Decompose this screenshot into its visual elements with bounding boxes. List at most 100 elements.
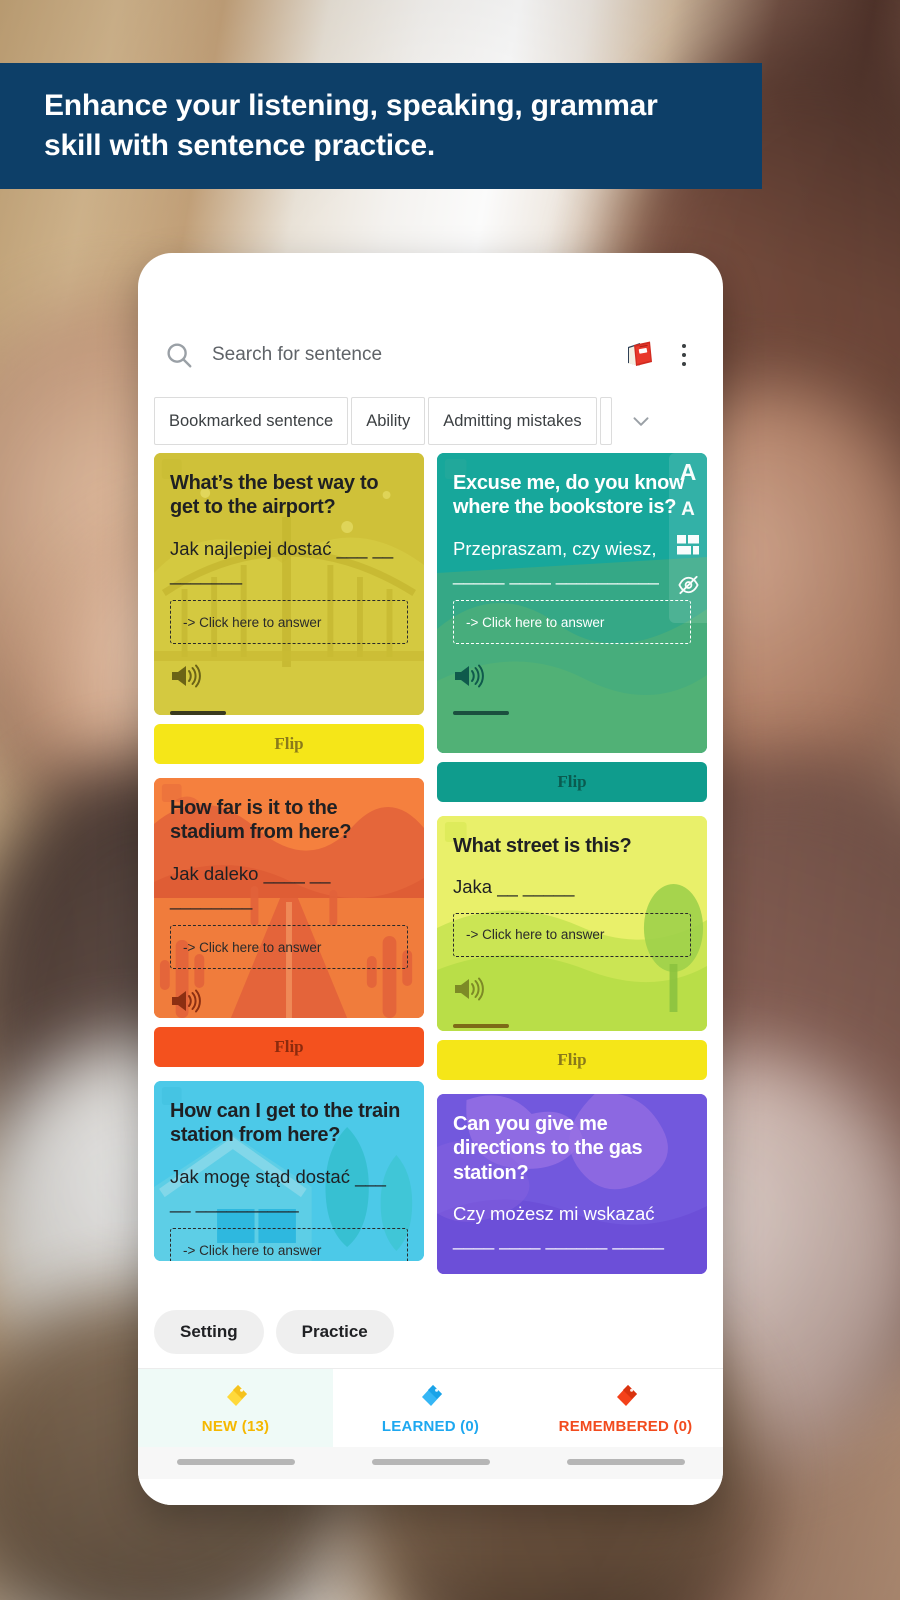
- card-answer-input[interactable]: -> Click here to answer: [453, 912, 691, 957]
- tab-remembered[interactable]: REMEMBERED (0): [528, 1369, 723, 1447]
- layout-grid-icon[interactable]: [677, 535, 699, 559]
- card-answer-hint: -> Click here to answer: [183, 614, 322, 630]
- phone-bottom-pad: [138, 1479, 723, 1505]
- tag-red-icon: [616, 1385, 637, 1406]
- speaker-icon[interactable]: [453, 975, 485, 1003]
- text-size-small-icon[interactable]: A: [681, 500, 695, 519]
- tab-new-label: NEW (13): [201, 1418, 270, 1435]
- promo-banner: Enhance your listening, speaking, gramma…: [0, 63, 762, 189]
- setting-button[interactable]: Setting: [154, 1310, 264, 1354]
- card-content: How far is it to the stadium from here? …: [170, 796, 408, 1018]
- card-answer-hint: -> Click here to answer: [466, 614, 605, 630]
- books-icon[interactable]: [623, 338, 657, 372]
- speaker-icon[interactable]: [453, 662, 485, 690]
- search-icon[interactable]: [164, 340, 194, 370]
- practice-button-label: Practice: [301, 1322, 368, 1341]
- sentence-card-stadium: How far is it to the stadium from here? …: [154, 778, 424, 1067]
- speaker-icon[interactable]: [170, 662, 202, 690]
- filter-chip-label: Bookmarked sentence: [169, 411, 334, 430]
- card-answer-input[interactable]: -> Click here to answer: [170, 925, 408, 970]
- filter-chip-ability[interactable]: Ability: [351, 397, 426, 445]
- search-bar: [138, 327, 723, 383]
- bottom-tab-bar: NEW (13) LEARNED (0) REMEMBERED (0): [138, 1368, 723, 1447]
- bottom-action-row: Setting Practice: [138, 1296, 723, 1368]
- sentence-card-gas-station: Can you give me directions to the gas st…: [437, 1094, 707, 1274]
- chevron-down-icon[interactable]: [618, 397, 664, 445]
- card-content: Excuse me, do you know where the booksto…: [453, 471, 691, 716]
- card-question: What street is this?: [453, 835, 632, 857]
- flip-button-label: Flip: [557, 772, 587, 791]
- filter-chip-label: Admitting mistakes: [443, 411, 582, 430]
- card-answer-hint: -> Click here to answer: [466, 927, 605, 943]
- flip-button[interactable]: Flip: [437, 762, 707, 802]
- text-size-large-icon[interactable]: A: [680, 461, 697, 484]
- screenshot-root: Enhance your listening, speaking, gramma…: [0, 0, 900, 1600]
- card-column-left: What’s the best way to get to the airpor…: [154, 453, 424, 1288]
- tag-blue-icon: [421, 1385, 442, 1406]
- indicator-bar: [176, 1459, 295, 1465]
- card-native-sentence: Czy możesz mi wskazać ____ ____ ______ _…: [453, 1203, 664, 1251]
- phone-status-area: [138, 253, 723, 327]
- flip-button[interactable]: Flip: [437, 1040, 707, 1080]
- bottom-indicator-row: [138, 1447, 723, 1479]
- phone-mockup: Bookmarked sentence Ability Admitting mi…: [138, 253, 723, 1505]
- sentence-card-train-station: How can I get to the train station from …: [154, 1081, 424, 1261]
- tab-learned-label: LEARNED (0): [381, 1418, 480, 1435]
- card-native-sentence: Jak najlepiej dostać ___ __ _______: [170, 537, 394, 586]
- filter-chip-admitting-mistakes[interactable]: Admitting mistakes: [428, 397, 597, 445]
- card-face[interactable]: What street is this? Jaka __ _____ -> Cl…: [437, 816, 707, 1031]
- tab-learned[interactable]: LEARNED (0): [333, 1369, 528, 1447]
- card-content: How can I get to the train station from …: [170, 1099, 408, 1261]
- card-native-sentence: Jak mogę stąd dostać ___ __ __________: [170, 1165, 386, 1214]
- card-question: What’s the best way to get to the airpor…: [170, 472, 379, 519]
- card-tool-panel: A A: [669, 453, 707, 623]
- indicator-bar: [566, 1459, 685, 1465]
- flip-button-label: Flip: [274, 734, 304, 753]
- eye-hidden-icon[interactable]: [677, 575, 700, 599]
- more-vertical-icon[interactable]: [671, 338, 697, 372]
- filter-chips-row: Bookmarked sentence Ability Admitting mi…: [138, 397, 723, 445]
- tab-new[interactable]: NEW (13): [138, 1369, 333, 1447]
- card-question: How far is it to the stadium from here?: [170, 797, 352, 844]
- card-native-sentence: Przepraszam, czy wiesz, _____ ____ _____…: [453, 537, 659, 586]
- indicator-bar: [371, 1459, 490, 1465]
- tag-yellow-icon: [226, 1385, 247, 1406]
- card-answer-input[interactable]: -> Click here to answer: [453, 600, 691, 645]
- card-content: What street is this? Jaka __ _____ -> Cl…: [453, 834, 691, 1028]
- sentence-card-airport: What’s the best way to get to the airpor…: [154, 453, 424, 764]
- speaker-icon[interactable]: [170, 987, 202, 1015]
- flip-button[interactable]: Flip: [154, 724, 424, 764]
- card-face[interactable]: How can I get to the train station from …: [154, 1081, 424, 1261]
- card-answer-hint: -> Click here to answer: [183, 1242, 322, 1258]
- sentence-card-street: What street is this? Jaka __ _____ -> Cl…: [437, 816, 707, 1080]
- search-input[interactable]: [208, 344, 609, 366]
- flip-button[interactable]: Flip: [154, 1027, 424, 1067]
- sentence-card-bookstore: A A Excuse me, do you know where the boo…: [437, 453, 707, 802]
- card-question: Excuse me, do you know where the booksto…: [453, 472, 685, 519]
- card-native-sentence: Jak daleko ____ __ ________: [170, 862, 331, 911]
- card-content: Can you give me directions to the gas st…: [453, 1112, 691, 1254]
- card-progress-bar: [453, 1023, 509, 1028]
- flip-button-label: Flip: [274, 1037, 304, 1056]
- card-answer-input[interactable]: -> Click here to answer: [170, 600, 408, 645]
- filter-chip-bookmarked[interactable]: Bookmarked sentence: [154, 397, 349, 445]
- card-answer-hint: -> Click here to answer: [183, 939, 322, 955]
- card-progress-bar: [453, 711, 509, 716]
- card-question: Can you give me directions to the gas st…: [453, 1113, 643, 1184]
- card-native-sentence: Jaka __ _____: [453, 876, 575, 898]
- setting-button-label: Setting: [180, 1322, 238, 1341]
- practice-button[interactable]: Practice: [275, 1310, 394, 1354]
- card-face[interactable]: What’s the best way to get to the airpor…: [154, 453, 424, 715]
- filter-chip-partial[interactable]: [599, 397, 612, 445]
- card-face[interactable]: Can you give me directions to the gas st…: [437, 1094, 707, 1274]
- filter-chip-label: Ability: [366, 411, 411, 430]
- card-face[interactable]: A A Excuse me, do you know where the boo…: [437, 453, 707, 753]
- sentence-card-grid: What’s the best way to get to the airpor…: [138, 445, 723, 1296]
- card-column-right: A A Excuse me, do you know where the boo…: [437, 453, 707, 1288]
- flip-button-label: Flip: [557, 1050, 587, 1069]
- card-content: What’s the best way to get to the airpor…: [170, 471, 408, 715]
- card-answer-input[interactable]: -> Click here to answer: [170, 1228, 408, 1261]
- card-progress-bar: [170, 711, 226, 715]
- card-face[interactable]: How far is it to the stadium from here? …: [154, 778, 424, 1018]
- tab-remembered-label: REMEMBERED (0): [558, 1418, 693, 1435]
